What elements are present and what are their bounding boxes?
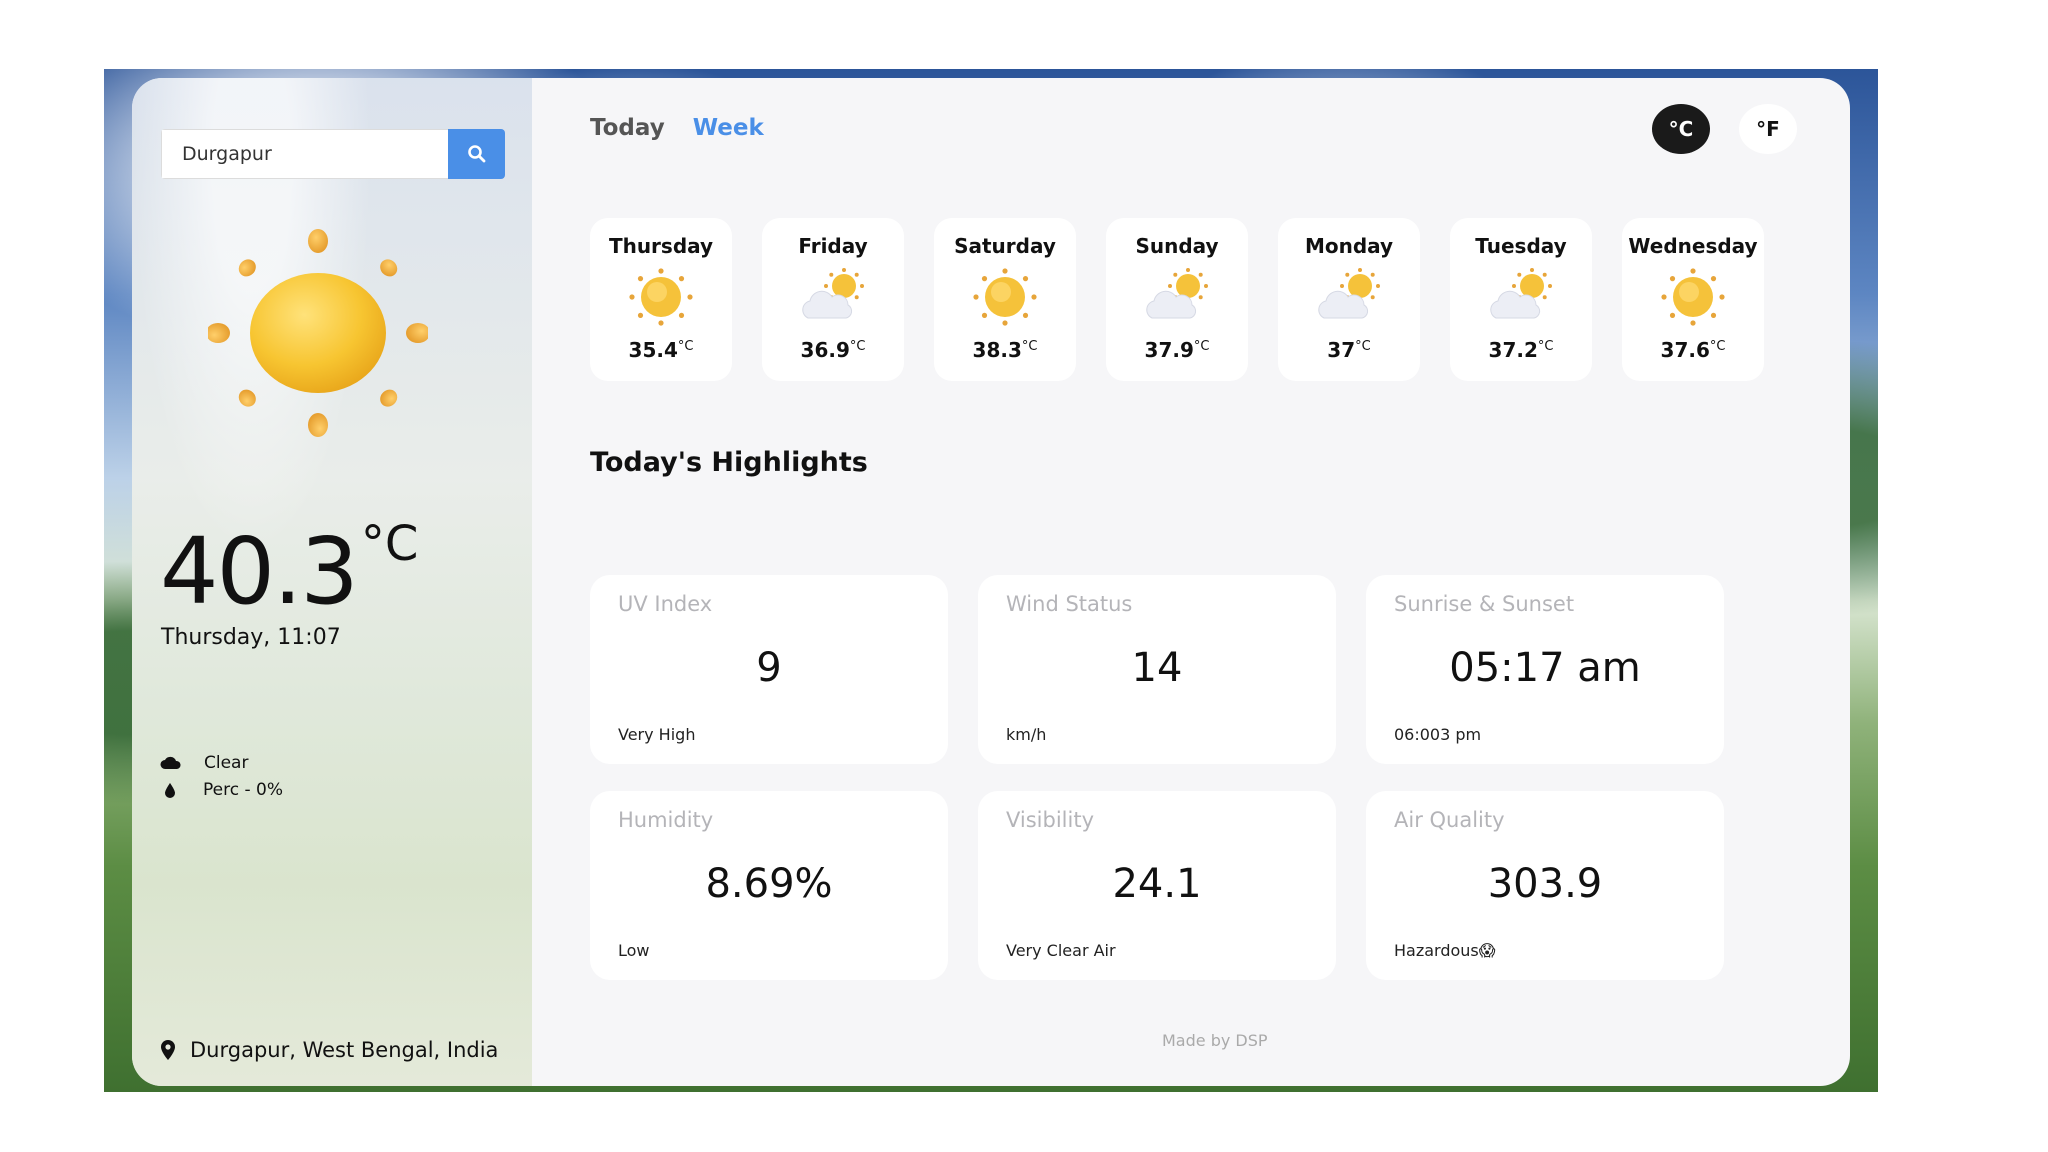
forecast-day-temp: 37.6°C xyxy=(1661,338,1726,362)
forecast-temp-value: 38.3 xyxy=(972,338,1022,362)
forecast-day-temp: 38.3°C xyxy=(973,338,1038,362)
forecast-temp-unit: °C xyxy=(1355,339,1371,354)
forecast-temp-unit: °C xyxy=(1021,339,1038,354)
map-pin-icon xyxy=(161,1040,175,1060)
forecast-temp-unit: °C xyxy=(1709,339,1726,354)
week-forecast: Thursday 35.4°C Friday 36.9°C Saturday 38.3°C… xyxy=(590,218,1764,381)
forecast-day-temp: 37.2°C xyxy=(1489,338,1554,362)
highlight-label: Air Quality xyxy=(1394,808,1505,832)
forecast-temp-unit: °C xyxy=(849,339,866,354)
humidity-card: Humidity 8.69% Low xyxy=(590,791,948,980)
sun-icon xyxy=(1658,266,1728,328)
highlight-subtext: km/h xyxy=(1006,725,1047,744)
sun-icon xyxy=(626,266,696,328)
drop-icon xyxy=(165,782,175,798)
forecast-day-name: Thursday xyxy=(608,234,714,258)
condition-text: Clear xyxy=(204,753,249,773)
search-box xyxy=(161,129,505,179)
current-temperature: 40.3°C xyxy=(160,520,418,618)
partly-cloudy-icon xyxy=(798,266,868,328)
forecast-day-name: Monday xyxy=(1304,234,1394,258)
tab-bar: Today Week xyxy=(590,115,764,141)
partly-cloudy-icon xyxy=(1486,266,1556,328)
forecast-day-card: Monday 37°C xyxy=(1278,218,1420,381)
cloud-icon xyxy=(160,756,181,769)
sidebar: 40.3°C Thursday, 11:07 Clear Perc - 0% D… xyxy=(132,78,532,1086)
air-quality-card: Air Quality 303.9 Hazardous😱 xyxy=(1366,791,1724,980)
highlight-label: Humidity xyxy=(618,808,714,832)
highlight-label: Visibility xyxy=(1006,808,1095,832)
highlight-value: 9 xyxy=(756,645,782,691)
highlight-subtext: Low xyxy=(618,941,650,960)
forecast-temp-value: 36.9 xyxy=(800,338,850,362)
forecast-day-card: Wednesday 37.6°C xyxy=(1622,218,1764,381)
condition-row: Clear xyxy=(160,753,248,773)
footer-credit: Made by DSP xyxy=(1162,1031,1268,1050)
highlight-value: 8.69% xyxy=(705,861,833,907)
tab-week[interactable]: Week xyxy=(693,115,764,141)
forecast-day-name: Saturday xyxy=(954,234,1056,258)
forecast-temp-value: 37.9 xyxy=(1144,338,1194,362)
forecast-day-card: Saturday 38.3°C xyxy=(934,218,1076,381)
forecast-temp-value: 35.4 xyxy=(628,338,678,362)
highlight-value: 14 xyxy=(1131,645,1183,691)
location-text: Durgapur, West Bengal, India xyxy=(190,1038,499,1062)
highlights-grid: UV Index 9 Very High Wind Status 14 km/h Sunri… xyxy=(590,575,1724,980)
main-panel: Today Week °C °F Thursday 35.4°C Friday 36.… xyxy=(532,78,1850,1086)
highlight-value: 05:17 am xyxy=(1449,645,1641,691)
tab-today[interactable]: Today xyxy=(590,115,665,141)
forecast-temp-unit: °C xyxy=(1193,339,1210,354)
forecast-temp-value: 37 xyxy=(1327,338,1356,362)
sun-icon xyxy=(970,266,1040,328)
forecast-day-name: Wednesday xyxy=(1628,234,1758,258)
temperature-value: 40.3 xyxy=(160,518,359,625)
forecast-day-card: Thursday 35.4°C xyxy=(590,218,732,381)
highlight-label: Sunrise & Sunset xyxy=(1394,592,1575,616)
forecast-day-temp: 35.4°C xyxy=(629,338,694,362)
forecast-temp-value: 37.2 xyxy=(1488,338,1538,362)
highlight-value: 303.9 xyxy=(1487,861,1603,907)
forecast-day-name: Friday xyxy=(798,234,868,258)
forecast-temp-value: 37.6 xyxy=(1660,338,1710,362)
celsius-button[interactable]: °C xyxy=(1652,104,1710,154)
forecast-day-card: Friday 36.9°C xyxy=(762,218,904,381)
current-datetime: Thursday, 11:07 xyxy=(161,625,341,650)
fahrenheit-button[interactable]: °F xyxy=(1739,104,1797,154)
sun-icon xyxy=(208,229,428,437)
forecast-day-temp: 37°C xyxy=(1327,338,1370,362)
wind-status-card: Wind Status 14 km/h xyxy=(978,575,1336,764)
search-input[interactable] xyxy=(161,129,448,179)
forecast-day-name: Tuesday xyxy=(1475,234,1567,258)
highlight-label: Wind Status xyxy=(1006,592,1133,616)
sunrise-sunset-card: Sunrise & Sunset 05:17 am 06:003 pm xyxy=(1366,575,1724,764)
forecast-day-temp: 37.9°C xyxy=(1145,338,1210,362)
forecast-day-card: Sunday 37.9°C xyxy=(1106,218,1248,381)
forecast-temp-unit: °C xyxy=(1537,339,1554,354)
temperature-unit: °C xyxy=(360,516,419,572)
forecast-day-name: Sunday xyxy=(1135,234,1219,258)
partly-cloudy-icon xyxy=(1314,266,1384,328)
highlights-title: Today's Highlights xyxy=(590,447,868,478)
highlight-subtext: 06:003 pm xyxy=(1394,725,1482,744)
highlight-subtext: Hazardous😱 xyxy=(1394,941,1496,960)
highlight-subtext: Very High xyxy=(618,725,696,744)
precip-row: Perc - 0% xyxy=(164,780,283,800)
search-button[interactable] xyxy=(448,129,505,179)
uv-index-card: UV Index 9 Very High xyxy=(590,575,948,764)
visibility-card: Visibility 24.1 Very Clear Air xyxy=(978,791,1336,980)
location: Durgapur, West Bengal, India xyxy=(160,1038,498,1062)
forecast-temp-unit: °C xyxy=(677,339,694,354)
precip-text: Perc - 0% xyxy=(203,780,283,800)
forecast-day-temp: 36.9°C xyxy=(801,338,866,362)
weather-app: 40.3°C Thursday, 11:07 Clear Perc - 0% D… xyxy=(132,78,1850,1086)
partly-cloudy-icon xyxy=(1142,266,1212,328)
search-icon xyxy=(467,145,485,163)
highlight-label: UV Index xyxy=(618,592,713,616)
forecast-day-card: Tuesday 37.2°C xyxy=(1450,218,1592,381)
highlight-value: 24.1 xyxy=(1112,861,1202,907)
highlight-subtext: Very Clear Air xyxy=(1006,941,1116,960)
